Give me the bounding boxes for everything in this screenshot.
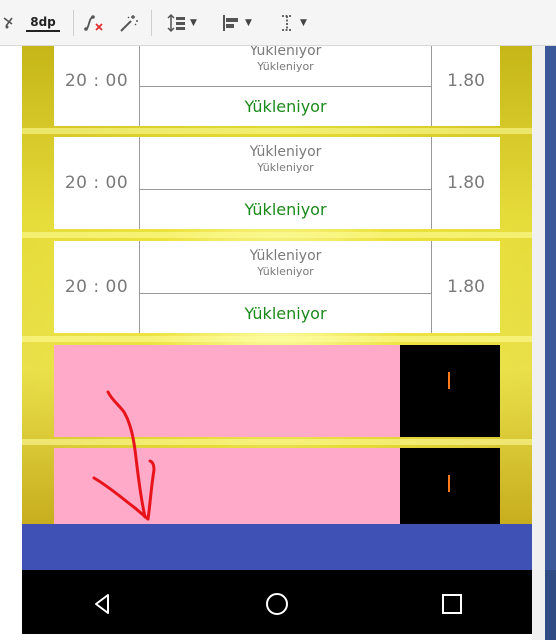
dp-margin-label: 8dp [26, 15, 60, 32]
default-margin-button[interactable]: 8dp [20, 9, 66, 37]
editor-preview: 8dp ▼ ▼ ▼ 20 : 00 Yükleniyor Yükleniyor … [0, 0, 556, 640]
match-teams: Yükleniyor Yükleniyor Yükleniyor [140, 46, 431, 126]
toolbar-divider [73, 10, 74, 36]
away-team: Yükleniyor [257, 161, 314, 174]
background-stripe [22, 128, 532, 134]
pack-menu-button[interactable]: ▼ [160, 9, 204, 37]
editor-canvas-background [0, 46, 22, 640]
system-navigation-bar [22, 570, 532, 634]
editor-canvas-background [22, 634, 532, 640]
team-names: Yükleniyor Yükleniyor [140, 46, 431, 87]
match-teams: Yükleniyor Yükleniyor Yükleniyor [140, 137, 431, 229]
orange-marker [448, 475, 450, 492]
match-time: 20 : 00 [54, 46, 140, 126]
align-icon [223, 15, 239, 31]
match-odd[interactable]: 1.80 [431, 137, 500, 229]
list-item-side-panel [400, 448, 500, 524]
background-stripe [22, 439, 532, 445]
chevron-down-icon: ▼ [190, 18, 197, 28]
background-stripe [22, 232, 532, 238]
back-triangle-icon[interactable] [82, 584, 122, 624]
align-menu-button[interactable]: ▼ [214, 9, 260, 37]
chevron-down-icon: ▼ [300, 18, 307, 28]
toolbar-divider [151, 10, 152, 36]
background-stripe [22, 336, 532, 342]
orange-marker [448, 372, 450, 389]
home-team: Yükleniyor [249, 46, 322, 59]
guidelines-menu-button[interactable]: ▼ [270, 9, 314, 37]
adjacent-preview-edge [545, 570, 556, 640]
bottom-bar [22, 524, 532, 570]
guidelines-icon [282, 15, 293, 31]
team-names: Yükleniyor Yükleniyor [140, 241, 431, 294]
home-circle-icon[interactable] [257, 584, 297, 624]
match-card[interactable]: 20 : 00 Yükleniyor Yükleniyor Yükleniyor… [54, 46, 500, 126]
match-teams: Yükleniyor Yükleniyor Yükleniyor [140, 241, 431, 333]
constraint-icon[interactable] [0, 9, 18, 37]
list-item-side-panel [400, 345, 500, 437]
team-names: Yükleniyor Yükleniyor [140, 137, 431, 190]
match-odd[interactable]: 1.80 [431, 241, 500, 333]
recents-square-icon[interactable] [432, 584, 472, 624]
match-time: 20 : 00 [54, 137, 140, 229]
adjacent-preview-edge [545, 46, 556, 570]
clear-constraints-icon[interactable] [82, 9, 108, 37]
match-odd[interactable]: 1.80 [431, 46, 500, 126]
list-item-placeholder[interactable] [54, 345, 400, 437]
list-item-placeholder[interactable] [54, 448, 400, 524]
infer-constraints-icon[interactable] [116, 9, 142, 37]
match-status: Yükleniyor [244, 96, 327, 116]
match-status: Yükleniyor [244, 303, 327, 323]
away-team: Yükleniyor [257, 60, 314, 73]
chevron-down-icon: ▼ [245, 18, 252, 28]
match-card[interactable]: 20 : 00 Yükleniyor Yükleniyor Yükleniyor… [54, 137, 500, 229]
home-team: Yükleniyor [249, 248, 322, 264]
layout-editor-toolbar: 8dp ▼ ▼ ▼ [0, 0, 556, 46]
away-team: Yükleniyor [257, 265, 314, 278]
pack-icon [167, 13, 186, 33]
match-status: Yükleniyor [244, 199, 327, 219]
match-card[interactable]: 20 : 00 Yükleniyor Yükleniyor Yükleniyor… [54, 241, 500, 333]
match-time: 20 : 00 [54, 241, 140, 333]
device-screen: 20 : 00 Yükleniyor Yükleniyor Yükleniyor… [22, 46, 532, 634]
home-team: Yükleniyor [249, 144, 322, 160]
